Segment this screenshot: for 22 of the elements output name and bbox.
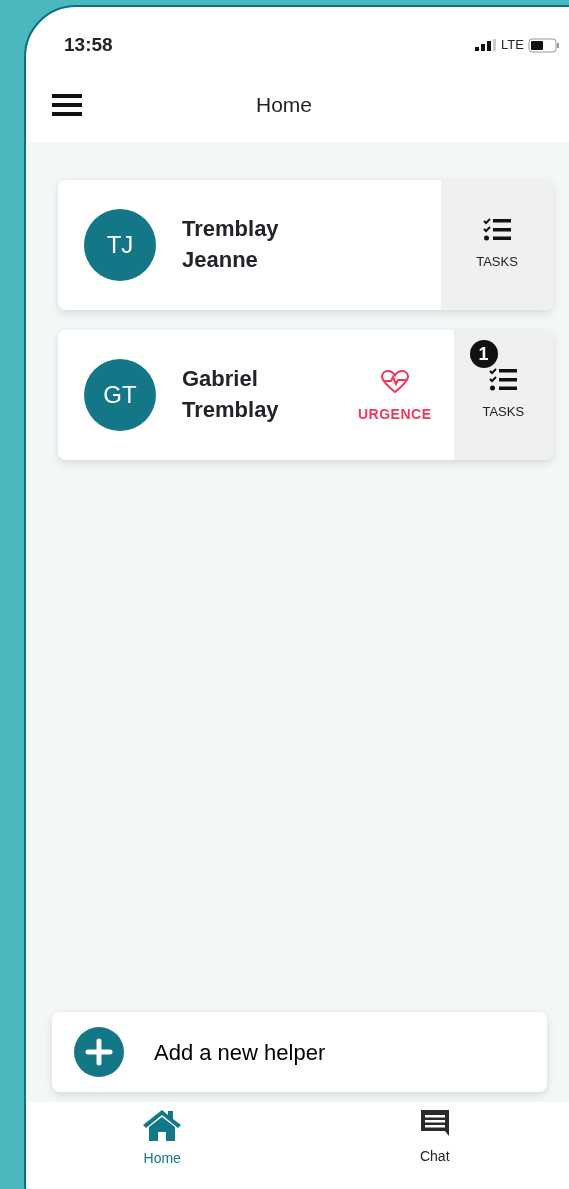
avatar: TJ <box>84 209 156 281</box>
tab-button[interactable]: Chat <box>298 1108 569 1189</box>
helper-name: Gabriel Tremblay <box>182 365 280 424</box>
helper-name: Tremblay Jeanne <box>182 215 280 274</box>
urgency-label: URGENCE <box>358 404 432 424</box>
heart-pulse-icon <box>380 369 409 394</box>
home-icon <box>142 1108 183 1142</box>
battery-icon <box>528 37 560 53</box>
tasks-button[interactable]: TASKS <box>441 180 553 310</box>
notification-badge: 1 <box>469 340 498 368</box>
plus-icon <box>74 1027 124 1077</box>
add-helper-button[interactable]: Add a new helper <box>52 1012 547 1092</box>
menu-icon[interactable] <box>52 93 82 116</box>
status-time: 13:58 <box>64 32 113 57</box>
checklist-icon <box>489 368 518 393</box>
tasks-button[interactable]: 1 TASKS <box>453 330 553 460</box>
page-title: Home <box>256 91 313 118</box>
tab-button[interactable]: Home <box>26 1108 299 1189</box>
checklist-icon <box>483 218 511 243</box>
signal-icon <box>475 39 498 51</box>
avatar: GT <box>84 359 156 431</box>
network-label: LTE <box>501 36 524 55</box>
